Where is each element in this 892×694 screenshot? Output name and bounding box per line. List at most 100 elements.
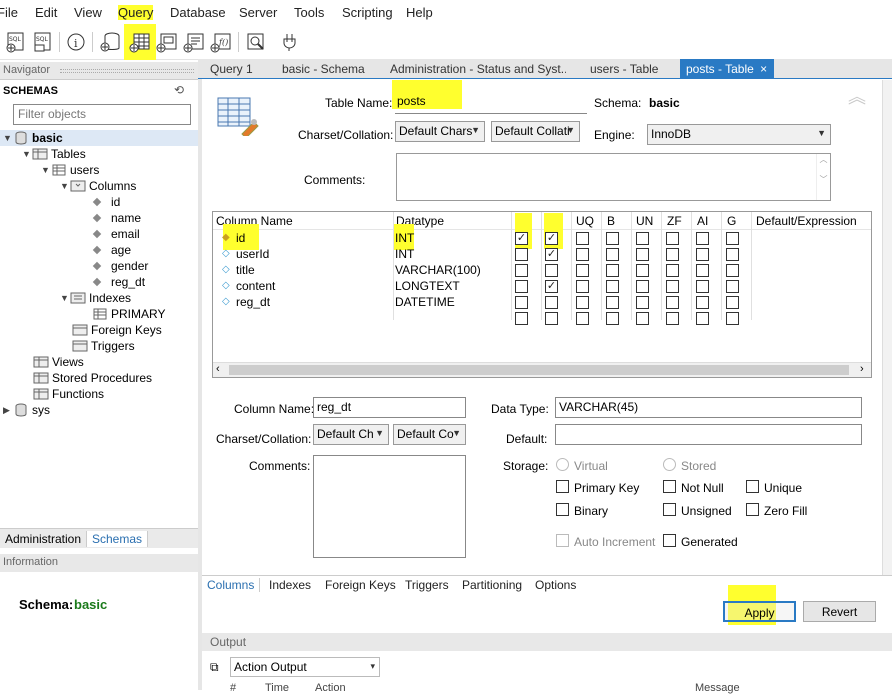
uq-checkbox[interactable] xyxy=(576,296,589,309)
pk-checkbox[interactable] xyxy=(515,280,528,293)
table-row[interactable]: ◆ id INT ✓ ✓ xyxy=(213,230,871,246)
menu-edit[interactable]: Edit xyxy=(35,5,57,20)
tree-item-column[interactable]: age xyxy=(0,242,198,258)
b-checkbox[interactable] xyxy=(606,280,619,293)
grid-header-uq[interactable]: UQ xyxy=(576,214,594,228)
auto-increment-checkbox[interactable] xyxy=(556,534,569,547)
tree-item-foreign-keys[interactable]: Foreign Keys xyxy=(0,322,198,338)
un-checkbox[interactable] xyxy=(636,312,649,325)
table-row[interactable]: ◇ reg_dt DATETIME xyxy=(213,294,871,310)
b-checkbox[interactable] xyxy=(606,248,619,261)
apply-button[interactable]: Apply xyxy=(723,601,796,622)
ai-checkbox[interactable] xyxy=(696,232,709,245)
grid-header-b[interactable]: B xyxy=(607,214,615,228)
column-charset-select[interactable]: Default Ch ▼ xyxy=(313,424,389,445)
tree-item-tables[interactable]: ▼ Tables xyxy=(0,146,198,162)
tree-item-column[interactable]: email xyxy=(0,226,198,242)
pk-checkbox[interactable] xyxy=(515,248,528,261)
b-checkbox[interactable] xyxy=(606,296,619,309)
ai-checkbox[interactable] xyxy=(696,312,709,325)
stored-radio[interactable] xyxy=(663,458,676,471)
scroll-right-icon[interactable]: › xyxy=(860,363,864,375)
cell-datatype[interactable]: DATETIME xyxy=(395,295,455,309)
tree-item-column[interactable]: reg_dt xyxy=(0,274,198,290)
editor-scrollbar[interactable] xyxy=(882,80,892,575)
zero-fill-checkbox[interactable] xyxy=(746,503,759,516)
tab-triggers[interactable]: Triggers xyxy=(405,578,449,592)
uq-checkbox[interactable] xyxy=(576,248,589,261)
grid-header-default[interactable]: Default/Expression xyxy=(756,214,857,228)
zf-checkbox[interactable] xyxy=(666,280,679,293)
nn-checkbox[interactable]: ✓ xyxy=(545,280,558,293)
b-checkbox[interactable] xyxy=(606,264,619,277)
column-collation-select[interactable]: Default Co ▼ xyxy=(393,424,466,445)
tree-item-views[interactable]: Views xyxy=(0,354,198,370)
scroll-left-icon[interactable]: ‹ xyxy=(216,363,220,375)
tree-item-basic[interactable]: ▼ basic xyxy=(0,130,198,146)
tree-item-indexes[interactable]: ▼ Indexes xyxy=(0,290,198,306)
pk-checkbox[interactable]: ✓ xyxy=(515,232,528,245)
tree-item-sys[interactable]: ▶ sys xyxy=(0,402,198,418)
scrollbar-thumb[interactable] xyxy=(229,365,849,375)
reconnect-icon[interactable] xyxy=(278,30,302,54)
copy-icon[interactable]: ⧉ xyxy=(210,660,219,675)
create-table-icon[interactable] xyxy=(128,30,152,54)
tree-item-users[interactable]: ▼ users xyxy=(0,162,198,178)
table-row-new[interactable] xyxy=(213,310,871,326)
cell-datatype[interactable]: INT xyxy=(395,247,414,261)
grid-header-un[interactable]: UN xyxy=(636,214,653,228)
un-checkbox[interactable] xyxy=(636,248,649,261)
table-comments-textarea[interactable]: ︿ ﹀ xyxy=(396,153,831,201)
new-sql-tab-icon[interactable]: SQL xyxy=(4,30,28,54)
create-view-icon[interactable] xyxy=(155,30,179,54)
column-comments-textarea[interactable] xyxy=(313,455,466,558)
tab-schemas[interactable]: Schemas xyxy=(86,531,149,547)
tree-item-triggers[interactable]: Triggers xyxy=(0,338,198,354)
menu-database[interactable]: Database xyxy=(170,5,226,20)
search-table-data-icon[interactable] xyxy=(244,30,268,54)
collapse-icon[interactable]: ▼ xyxy=(22,149,32,159)
table-name-input[interactable]: posts xyxy=(392,80,587,114)
create-function-icon[interactable]: f() xyxy=(209,30,233,54)
tab-partitioning[interactable]: Partitioning xyxy=(462,578,522,592)
nn-checkbox[interactable] xyxy=(545,264,558,277)
table-row[interactable]: ◇ userId INT ✓ xyxy=(213,246,871,262)
tab-indexes[interactable]: Indexes xyxy=(269,578,311,592)
grid-header-ai[interactable]: AI xyxy=(697,214,708,228)
g-checkbox[interactable] xyxy=(726,280,739,293)
generated-checkbox[interactable] xyxy=(663,534,676,547)
ai-checkbox[interactable] xyxy=(696,264,709,277)
not-null-checkbox[interactable] xyxy=(663,480,676,493)
nn-checkbox[interactable]: ✓ xyxy=(545,232,558,245)
horizontal-scrollbar[interactable]: ‹ › xyxy=(213,362,871,377)
tree-item-functions[interactable]: Functions xyxy=(0,386,198,402)
g-checkbox[interactable] xyxy=(726,296,739,309)
cell-datatype[interactable]: VARCHAR(100) xyxy=(395,263,481,277)
refresh-icon[interactable]: ⟲ xyxy=(174,83,184,97)
tab-columns[interactable]: Columns xyxy=(202,578,261,592)
tab-options[interactable]: Options xyxy=(535,578,576,592)
column-name-input[interactable]: reg_dt xyxy=(313,397,466,418)
open-sql-script-icon[interactable]: SQL xyxy=(31,30,55,54)
cell-column-name[interactable]: reg_dt xyxy=(236,295,270,309)
grid-header-g[interactable]: G xyxy=(727,214,736,228)
tab-posts-table[interactable]: posts - Table × xyxy=(680,59,774,79)
filter-objects-input[interactable]: Filter objects xyxy=(13,104,191,125)
un-checkbox[interactable] xyxy=(636,280,649,293)
un-checkbox[interactable] xyxy=(636,264,649,277)
data-type-input[interactable]: VARCHAR(45) xyxy=(555,397,862,418)
nn-checkbox[interactable] xyxy=(545,312,558,325)
tree-item-stored-procedures[interactable]: Stored Procedures xyxy=(0,370,198,386)
nn-checkbox[interactable] xyxy=(545,296,558,309)
cell-column-name[interactable]: content xyxy=(236,279,275,293)
grid-header-zf[interactable]: ZF xyxy=(667,214,682,228)
nn-checkbox[interactable]: ✓ xyxy=(545,248,558,261)
g-checkbox[interactable] xyxy=(726,248,739,261)
uq-checkbox[interactable] xyxy=(576,264,589,277)
binary-checkbox[interactable] xyxy=(556,503,569,516)
un-checkbox[interactable] xyxy=(636,296,649,309)
g-checkbox[interactable] xyxy=(726,232,739,245)
zf-checkbox[interactable] xyxy=(666,312,679,325)
collapse-icon[interactable]: ▼ xyxy=(41,165,51,175)
ai-checkbox[interactable] xyxy=(696,296,709,309)
